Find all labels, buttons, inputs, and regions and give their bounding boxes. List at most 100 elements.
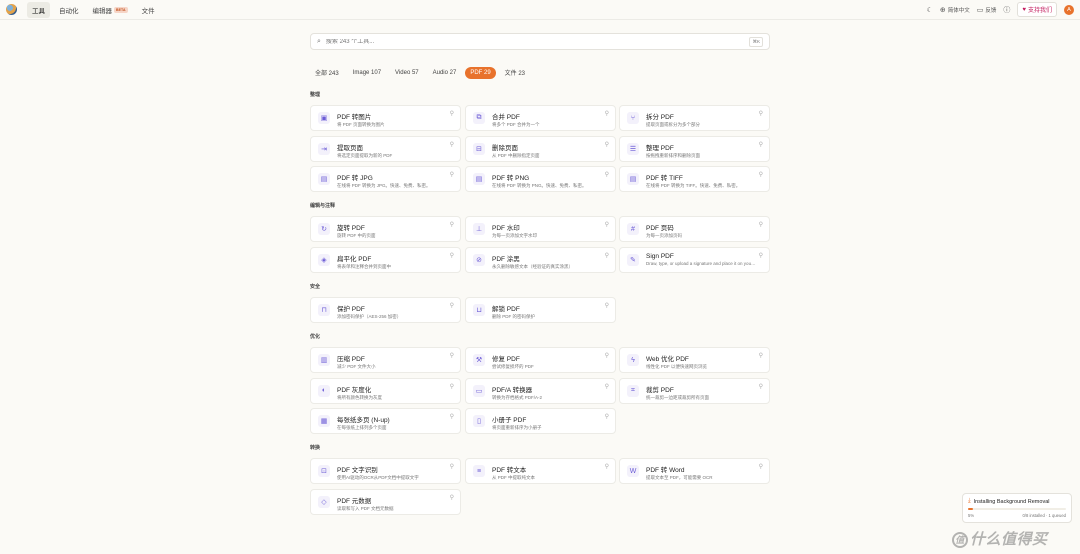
tool-card[interactable]: ✎ Sign PDF Draw, type, or upload a signatu…	[619, 246, 770, 273]
pin-icon[interactable]: ⚲	[450, 413, 454, 420]
section-title: 安全	[310, 284, 321, 290]
pin-icon[interactable]: ⚲	[605, 463, 609, 470]
pin-icon[interactable]: ⚲	[759, 252, 763, 259]
pin-icon[interactable]: ⚲	[450, 252, 454, 259]
pin-icon[interactable]: ⚲	[605, 413, 609, 420]
tool-card-text: PDF 转文本从 PDF 中提取纯文本	[492, 463, 602, 481]
pin-icon[interactable]: ⚲	[450, 141, 454, 148]
tool-card[interactable]: ⊡ PDF 文字识别 使用AI驱动的OCR从PDF文档中提取文字 ⚲	[310, 458, 461, 484]
search-bar[interactable]: ⌕ ⌘K	[310, 33, 770, 50]
tool-card[interactable]: ▤ PDF 转 TIFF 在线将 PDF 转换为 TIFF。快速、免费、私密。 ⚲	[619, 166, 770, 192]
pin-icon[interactable]: ⚲	[759, 463, 763, 470]
app-logo[interactable]	[6, 4, 17, 15]
tool-title: PDF 页码	[646, 225, 674, 232]
tool-card[interactable]: # PDF 页码 为每一页添加页码 ⚲	[619, 216, 770, 242]
tool-card[interactable]: ▤ PDF 转 JPG 在线将 PDF 转换为 JPG。快速、免费、私密。 ⚲	[310, 166, 461, 192]
pin-icon[interactable]: ⚲	[450, 110, 454, 117]
pin-icon[interactable]: ⚲	[605, 141, 609, 148]
theme-toggle-icon[interactable]: ☾	[927, 6, 933, 14]
nav-tabs: 工具 自动化 编辑器 BETA 文件	[27, 1, 164, 18]
pin-icon[interactable]: ⚲	[450, 352, 454, 359]
avatar[interactable]: A	[1064, 4, 1074, 15]
tool-card[interactable]: ⊥ PDF 水印 为每一页添加文字水印 ⚲	[465, 216, 616, 242]
feedback-button[interactable]: ▭ 反馈	[977, 6, 997, 14]
tool-card-text: 小册子 PDF 将页面重新排序为小册子	[492, 413, 602, 431]
filter-tab-2[interactable]: Video 57	[390, 67, 424, 79]
nav-tab-3[interactable]: 文件	[137, 2, 160, 18]
tool-card[interactable]: ⊘ PDF 涂黑 永久删除敏感文本（经验证的真实涂黑） ⚲	[465, 246, 616, 273]
tool-card[interactable]: ▥ 压缩 PDF 减少 PDF 文件大小 ⚲	[310, 347, 461, 373]
filter-tab-4[interactable]: PDF 29	[465, 66, 496, 79]
support-button[interactable]: ♥ 支持我们	[1017, 2, 1057, 17]
tool-title: Web 优化 PDF	[646, 356, 689, 363]
watermark-logo-icon: 值	[952, 532, 968, 549]
bolt-icon: ϟ	[627, 354, 639, 366]
tool-card[interactable]: ⊔ 解锁 PDF 删除 PDF 的密码保护 ⚲	[465, 297, 616, 323]
pin-icon[interactable]: ⚲	[759, 141, 763, 148]
tool-card[interactable]: ⑂ 拆分 PDF 提取页面或拆分为多个部分 ⚲	[619, 105, 770, 131]
pin-icon[interactable]: ⚲	[450, 302, 454, 309]
tool-card[interactable]: ◐ PDF 灰度化 将所有颜色转换为灰度 ⚲	[310, 377, 461, 404]
pin-icon[interactable]: ⚲	[759, 352, 763, 359]
tool-card[interactable]: ϟ Web 优化 PDF 线性化 PDF 以便快速网页浏览 ⚲	[619, 347, 770, 373]
tool-card[interactable]: ⚒ 修复 PDF 尝试修复损坏的 PDF ⚲	[465, 347, 616, 373]
tool-card[interactable]: ▯ 小册子 PDF 将页面重新排序为小册子 ⚲	[465, 408, 616, 434]
tool-card[interactable]: ▭ PDF/A 转换器 转换为存档格式 PDF/A-2 ⚲	[465, 377, 616, 404]
pin-icon[interactable]: ⚲	[605, 252, 609, 259]
language-switcher[interactable]: ⊕ 简体中文	[940, 6, 970, 14]
filter-tab-3[interactable]: Audio 27	[428, 67, 462, 79]
file-icon: ▤	[318, 173, 330, 185]
pin-icon[interactable]: ⚲	[605, 171, 609, 178]
tool-card-text: 整理 PDF 按拖拽重新排序和删除页面	[646, 141, 756, 159]
tool-card-text: PDF 页码 为每一页添加页码	[646, 221, 756, 239]
pin-icon[interactable]: ⚲	[605, 221, 609, 228]
tool-card[interactable]: ☰ 整理 PDF 按拖拽重新排序和删除页面 ⚲	[619, 135, 770, 162]
tool-card[interactable]: ▦ 每张纸多页 (N-up) 在每张纸上排列多个页面 ⚲	[310, 408, 461, 434]
pin-icon[interactable]: ⚲	[605, 110, 609, 117]
tool-card[interactable]: ▣ PDF 转图片将 PDF 页面转换为图片 ⚲	[310, 105, 461, 131]
tool-description: 尝试修复损坏的 PDF	[492, 364, 534, 369]
filter-tab-0[interactable]: 全部 243	[310, 65, 344, 80]
tool-card-text: PDF 转图片将 PDF 页面转换为图片	[337, 110, 447, 128]
help-icon[interactable]: ⓘ	[1003, 5, 1010, 15]
pin-icon[interactable]: ⚲	[605, 352, 609, 359]
toast-progress-bar	[968, 508, 1066, 510]
pin-icon[interactable]: ⚲	[450, 221, 454, 228]
search-input[interactable]	[325, 38, 750, 45]
tool-card[interactable]: ⊓ 保护 PDF 添加密码保护（AES-256 加密） ⚲	[310, 297, 461, 323]
nav-tab-1[interactable]: 自动化	[54, 2, 84, 18]
pin-icon[interactable]: ⚲	[759, 171, 763, 178]
pin-icon[interactable]: ⚲	[605, 302, 609, 309]
tool-card[interactable]: ⊟ 删除页面从 PDF 中删除指定页面 ⚲	[465, 135, 616, 162]
filter-tab-5[interactable]: 文件 23	[500, 65, 530, 80]
pin-icon[interactable]: ⚲	[450, 383, 454, 390]
tool-card[interactable]: ▤ PDF 转 PNG 在线将 PDF 转换为 PNG。快速、免费、私密。 ⚲	[465, 166, 616, 192]
nav-tab-2[interactable]: 编辑器 BETA	[88, 2, 133, 18]
tool-card[interactable]: ≡ PDF 转文本从 PDF 中提取纯文本 ⚲	[465, 458, 616, 484]
pin-icon[interactable]: ⚲	[759, 383, 763, 390]
tool-card[interactable]: ◇ PDF 元数据 读取和写入 PDF 文档元数据 ⚲	[310, 488, 461, 515]
tool-title: 拆分 PDF	[646, 114, 674, 121]
pin-icon[interactable]: ⚲	[450, 171, 454, 178]
pin-icon[interactable]: ⚲	[759, 221, 763, 228]
tool-card[interactable]: ◈ 扁平化 PDF 将表单和注释合并到页面中 ⚲	[310, 246, 461, 273]
tool-card[interactable]: ⇥ 提取页面 将选定页面提取为新的 PDF ⚲	[310, 135, 461, 162]
top-navbar: 工具 自动化 编辑器 BETA 文件 ☾ ⊕ 简体中文 ▭ 反馈 ⓘ ♥ 支持我们 A	[0, 0, 1080, 20]
tool-title: PDF 转 Word	[646, 467, 685, 474]
pin-icon[interactable]: ⚲	[759, 110, 763, 117]
tool-description: 将选定页面提取为新的 PDF	[337, 152, 393, 158]
tool-card[interactable]: ⧉ 合并 PDF 将多个 PDF 合并为一个 ⚲	[465, 105, 616, 131]
tool-card[interactable]: ⌗ 裁剪 PDF 统一裁剪一边距或裁剪所有页面 ⚲	[619, 377, 770, 404]
tool-card-text: 旋转 PDF 旋转 PDF 中的页面	[337, 221, 447, 239]
nav-tab-0[interactable]: 工具	[27, 1, 50, 18]
tool-card[interactable]: W PDF 转 Word 提取文本至 PDF，可能需要 OCR ⚲	[619, 458, 770, 484]
pin-icon[interactable]: ⚲	[450, 494, 454, 501]
tool-card[interactable]: ↻ 旋转 PDF 旋转 PDF 中的页面 ⚲	[310, 216, 461, 242]
tool-card-text: 保护 PDF 添加密码保护（AES-256 加密）	[337, 302, 447, 320]
pin-icon[interactable]: ⚲	[605, 383, 609, 390]
nav-tab-label: 自动化	[59, 7, 79, 15]
pin-icon[interactable]: ⚲	[450, 463, 454, 470]
tool-description: 旋转 PDF 中的页面	[337, 233, 376, 238]
tool-description: 添加密码保护（AES-256 加密）	[337, 314, 402, 319]
filter-tab-1[interactable]: Image 107	[348, 67, 386, 79]
